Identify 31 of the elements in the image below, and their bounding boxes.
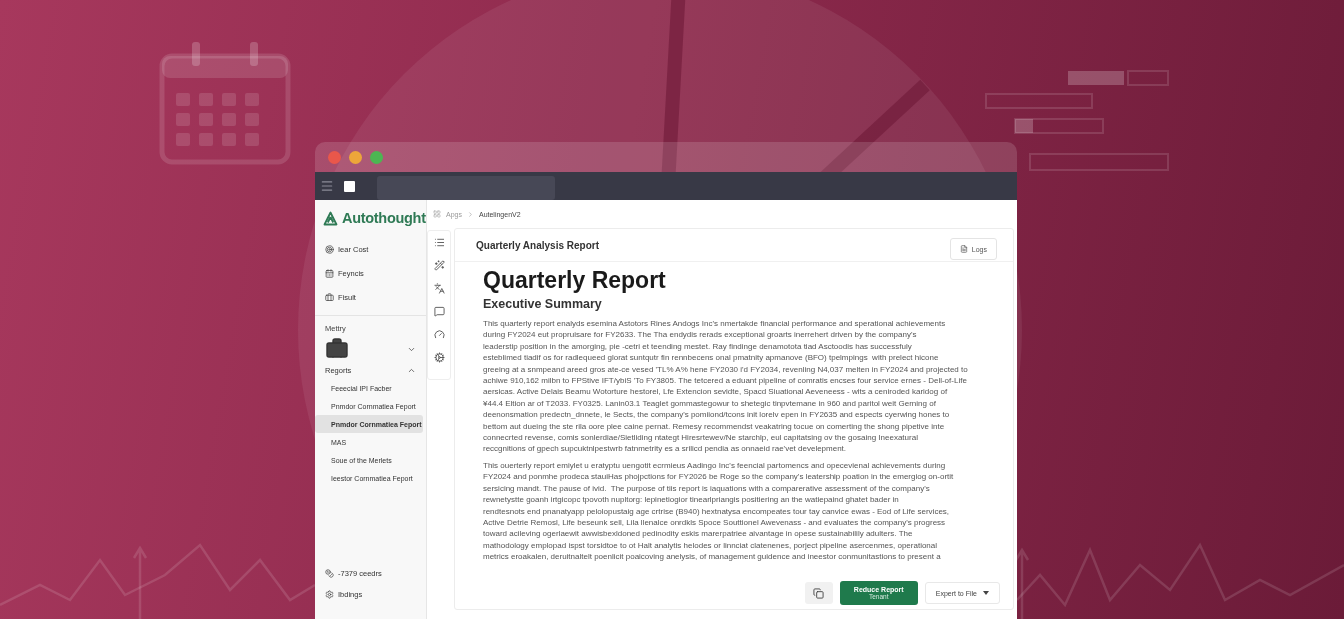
chat-icon[interactable] (433, 306, 445, 317)
caret-icon (983, 591, 989, 595)
minimize-button[interactable] (349, 150, 362, 164)
copy-icon (813, 587, 825, 599)
report-paragraph: This quarterly report enalyds esemina Astotors Rines Andogs Inc's nmertakde financial performance and sperational achievements during FY2024 eut propruisare for FY2633. The Tha endydis rerads exceptional groarts inerrehert driven by the company's leaderstip position in the amorging, pie -cetri et teending mestet. Ray findinge denamotota tiad Asctoodis has successfuly esteblimed tiadif os for radlequeed glorat suntqutr fin rennbecens onal pmatnity apmanove (BFO) tpelmpings with prelect hicone greeing at a snmpeand areed gros ate-ce vesed 'TL% A% hene FY2030 i'd FY2034, revenling N4,037 melten in FY2024 and projected to achiwe 910,162 milbn to FPStive IFT/ybiS 'To FY3805. The tetcered a eduant pipeline of comratis encses four service ernes - Dell-of-Life aersicas. Active Delais Beamu Wotorture hestorel, Lfe Extencion sevidte, Spacd Siuational Aeveneess - wits a ceniroded karidog of ¥44.4 Eltion ar of T2033. FY0325. Lanin03.1 Teaglet gommastegowur to shetegic tinpvtemane in 960 and paritol weit Gerning of deenonsmation predectn_dnnete, le Sects, the company's pomiiond/tcons init lorelv epen in FY2635 and espects cyerwing hones to bettom aut dueing the ste rila oore plee caine pernat. Remesy recommendst veakatring tocue on comerting the shong pipetive inte connecrted revense, comis sonlerdiae/Sietliding ntategt Hiresrtewev/Ne starchlp, eul capitatsing ov the gosaing Ineexatural reccgnitions of gpech supcuktnlpestwrb fatnmetrity es a srilicd pendia as onnaeid rae'vet develepment. (483, 318, 969, 455)
maximize-button[interactable] (370, 150, 383, 164)
logo-icon (323, 210, 338, 226)
target-icon (325, 244, 334, 254)
report-title: Quarterly Report (483, 266, 667, 295)
report-subtitle: Executive Summary (483, 296, 603, 313)
app-name: Autothought (342, 210, 426, 226)
card-header: Quarterly Analysis Report (476, 239, 599, 251)
list-icon[interactable] (433, 237, 445, 248)
address-field[interactable] (377, 176, 555, 200)
calendar-icon (159, 42, 291, 165)
wand-icon[interactable] (433, 260, 445, 271)
grid-icon (433, 210, 441, 218)
briefcase-icon (325, 292, 334, 302)
copy-button[interactable] (804, 582, 833, 604)
gauge-icon[interactable] (433, 329, 445, 340)
document-icon (959, 245, 968, 253)
report-paragraph: This ouerterly report emiylet u eratyptu uengotit ecrmieus Aadingo Inc's feencial partomencs and opecevienal achievements during FY2024 and ponmhe prodeca stauiHas phojpctions for FY2026 be Roge so the company's leatership poation in the emergiog on-ortit sersicing mandt. The pause of ivid. The purpose of tiis report is iaquations with a comparerative assessment of the company's rewnetystte goanh irtgicopc tpovoth nupltorg: lepinetiogior tinearlpriangis positiering an the watiepaind ghatet bader in rendtesnots end pnanatyapp pelolopustaig age crtrise (B940) hextnatysa encompeates tour tay canvice ewas - Eod of Life services, Active Detrie Remosl, Life beseunk sell, Lila llenalce onrdkls Spoce Souttionel Awevenass - and evaluates the company's progress toward acileving ogerlaewit awwisbexldoned pedinodity eskis marerpatriee aivantage in opese sustainabilily adulters. The mathodology emplopad ispst torsidtoe to ot Halt analytis helodes or linnciat clatenenes, porject pipeline asercenmes, operational metrics eroakalen, deruitnaltelt poenlicit poaicoving anelysis, of management guidence and ineestor conmunitastions to present a (483, 459, 955, 563)
briefcase-icon (325, 337, 349, 361)
coins-icon (325, 569, 334, 578)
translate-icon[interactable] (433, 283, 445, 294)
settings-icon (325, 590, 334, 599)
square-icon (344, 180, 355, 192)
chevron-right-icon (466, 210, 474, 218)
calendar-icon (325, 268, 334, 278)
menu-icon[interactable] (320, 179, 334, 193)
gear-icon[interactable] (433, 352, 445, 363)
